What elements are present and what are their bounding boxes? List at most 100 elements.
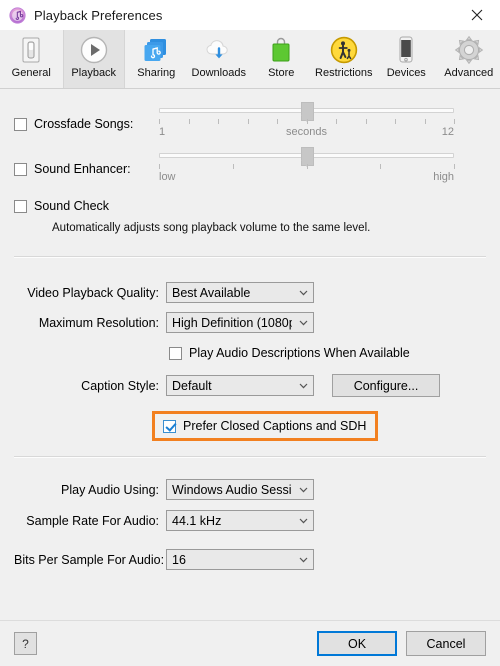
crossfade-scale-labels: 1 seconds 12: [159, 126, 454, 140]
sample-rate-row: Sample Rate For Audio: 44.1 kHz: [14, 510, 486, 531]
tab-downloads[interactable]: Downloads: [188, 30, 251, 88]
crossfade-min-label: 1: [159, 126, 166, 138]
tab-label: General: [11, 67, 51, 79]
chevron-down-icon: [298, 515, 309, 526]
closed-captions-checkbox[interactable]: [163, 419, 176, 433]
max-resolution-select[interactable]: High Definition (1080p): [166, 312, 314, 333]
tab-label: Store: [268, 67, 295, 79]
sound-enhancer-label: Sound Enhancer:: [34, 162, 131, 176]
close-button[interactable]: [454, 0, 500, 30]
caption-style-row: Caption Style: Default Configure...: [14, 374, 486, 397]
sound-enhancer-row: Sound Enhancer: low high: [14, 147, 486, 185]
crossfade-unit-label: seconds: [286, 126, 327, 138]
gear-icon: [452, 34, 486, 66]
crossfade-checkbox-group[interactable]: Crossfade Songs:: [14, 117, 159, 131]
crossfade-checkbox[interactable]: [14, 117, 27, 131]
play-audio-using-label: Play Audio Using:: [61, 482, 159, 497]
sound-enhancer-slider[interactable]: low high: [159, 147, 455, 185]
chevron-down-icon: [298, 484, 309, 495]
sound-check-row[interactable]: Sound Check: [14, 199, 486, 213]
phone-icon: [389, 34, 423, 66]
tab-label: Downloads: [191, 67, 246, 79]
play-audio-using-select[interactable]: Windows Audio Session: [166, 479, 314, 500]
crossfade-row: Crossfade Songs: 1 seconds 12: [14, 102, 486, 140]
shopping-bag-icon: [264, 34, 298, 66]
video-quality-select[interactable]: Best Available: [166, 282, 314, 303]
crossfade-max-label: 12: [441, 126, 454, 138]
title-bar: Playback Preferences: [0, 0, 500, 30]
closed-captions-label: Prefer Closed Captions and SDH: [183, 419, 367, 433]
audio-descriptions-row[interactable]: Play Audio Descriptions When Available: [169, 346, 486, 360]
audio-descriptions-label: Play Audio Descriptions When Available: [189, 346, 410, 360]
max-resolution-row: Maximum Resolution: High Definition (108…: [14, 312, 486, 333]
tab-label: Advanced: [444, 67, 494, 79]
cloud-download-icon: [202, 34, 236, 66]
tab-sharing[interactable]: Sharing: [125, 30, 188, 88]
chevron-down-icon: [298, 287, 309, 298]
dialog-footer: ? OK Cancel: [0, 620, 500, 666]
tab-label: Playback: [71, 67, 117, 79]
audio-descriptions-checkbox[interactable]: [169, 346, 182, 360]
sound-enhancer-min-label: low: [159, 171, 176, 183]
sharing-stack-icon: [139, 34, 173, 66]
cancel-button[interactable]: Cancel: [406, 631, 486, 656]
bits-per-sample-value: 16: [172, 552, 186, 567]
play-audio-using-value: Windows Audio Session: [172, 482, 292, 497]
chevron-down-icon: [298, 554, 309, 565]
preferences-window: Playback Preferences General Playback Sh…: [0, 0, 500, 666]
bits-per-sample-select[interactable]: 16: [166, 549, 314, 570]
closed-captions-row[interactable]: Prefer Closed Captions and SDH: [152, 411, 379, 441]
sound-check-label: Sound Check: [34, 199, 110, 213]
crossfade-slider-track[interactable]: [159, 102, 454, 122]
divider-top: [14, 256, 486, 258]
ok-button[interactable]: OK: [317, 631, 397, 656]
play-audio-using-row: Play Audio Using: Windows Audio Session: [14, 479, 486, 500]
sound-enhancer-checkbox[interactable]: [14, 162, 27, 176]
preferences-content: Crossfade Songs: 1 seconds 12 Sound Enha…: [0, 89, 500, 620]
sound-enhancer-checkbox-group[interactable]: Sound Enhancer:: [14, 162, 159, 176]
tab-label: Devices: [386, 67, 426, 79]
sound-enhancer-scale-labels: low high: [159, 171, 454, 185]
closed-captions-highlight: Prefer Closed Captions and SDH: [152, 411, 486, 441]
tab-restrictions[interactable]: Restrictions: [313, 30, 376, 88]
video-quality-label: Video Playback Quality:: [27, 285, 159, 300]
bits-per-sample-row: Bits Per Sample For Audio: 16: [14, 549, 486, 570]
caption-style-select[interactable]: Default: [166, 375, 314, 396]
tab-devices[interactable]: Devices: [375, 30, 438, 88]
crossfade-ticks: [159, 117, 455, 126]
tab-playback[interactable]: Playback: [62, 30, 125, 88]
itunes-icon: [9, 6, 26, 24]
chevron-down-icon: [298, 380, 309, 391]
caption-style-value: Default: [172, 378, 212, 393]
divider-bottom: [14, 456, 486, 458]
tab-label: Sharing: [137, 67, 176, 79]
bits-per-sample-label: Bits Per Sample For Audio:: [14, 552, 165, 567]
sound-enhancer-slider-track[interactable]: [159, 147, 454, 167]
max-resolution-value: High Definition (1080p): [172, 315, 292, 330]
tab-advanced[interactable]: Advanced: [438, 30, 500, 88]
sound-enhancer-ticks: [159, 162, 455, 171]
tab-store[interactable]: Store: [250, 30, 313, 88]
sound-check-checkbox[interactable]: [14, 199, 27, 213]
preferences-toolbar: General Playback Sharing Downloads Store…: [0, 30, 500, 89]
sample-rate-label: Sample Rate For Audio:: [26, 513, 159, 528]
sample-rate-value: 44.1 kHz: [172, 513, 222, 528]
max-resolution-label: Maximum Resolution:: [38, 315, 159, 330]
tab-label: Restrictions: [315, 67, 373, 79]
chevron-down-icon: [298, 317, 309, 328]
configure-button[interactable]: Configure...: [332, 374, 440, 397]
switch-icon: [14, 34, 48, 66]
caption-style-label: Caption Style:: [81, 378, 159, 393]
tab-general[interactable]: General: [0, 30, 63, 88]
crossfade-slider[interactable]: 1 seconds 12: [159, 102, 455, 140]
sound-check-description: Automatically adjusts song playback volu…: [52, 222, 371, 234]
sound-enhancer-max-label: high: [433, 171, 454, 183]
restrictions-icon: [327, 34, 361, 66]
video-quality-value: Best Available: [172, 285, 251, 300]
crossfade-label: Crossfade Songs:: [34, 117, 134, 131]
play-circle-icon: [77, 34, 111, 66]
sample-rate-select[interactable]: 44.1 kHz: [166, 510, 314, 531]
help-button[interactable]: ?: [14, 632, 37, 655]
window-title: Playback Preferences: [34, 7, 163, 23]
video-quality-row: Video Playback Quality: Best Available: [14, 282, 486, 303]
